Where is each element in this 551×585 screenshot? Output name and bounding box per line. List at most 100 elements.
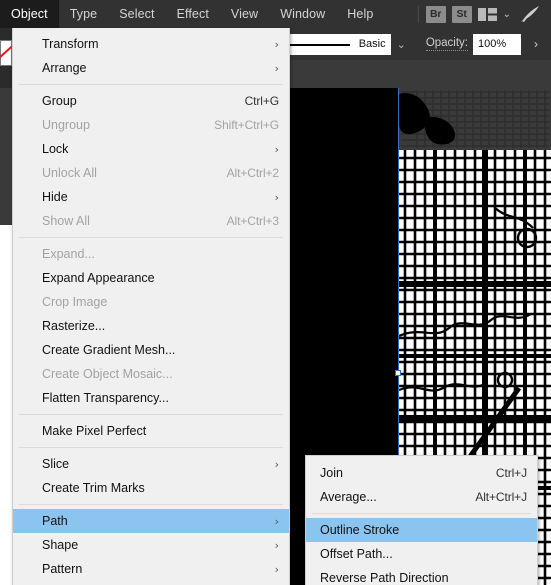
menu-item-label: Rasterize... bbox=[42, 319, 106, 333]
menubar-item-select[interactable]: Select bbox=[108, 0, 165, 28]
menu-item-label: Average... bbox=[320, 490, 377, 504]
menu-item-shortcut: Alt+Ctrl+J bbox=[475, 490, 527, 504]
menu-item-label: Reverse Path Direction bbox=[320, 571, 449, 585]
menu-item-label: Create Object Mosaic... bbox=[42, 367, 173, 381]
menu-item-outline-stroke[interactable]: Outline Stroke bbox=[306, 518, 537, 542]
menubar-item-label: Object bbox=[11, 7, 48, 21]
illustrator-logo-icon[interactable] bbox=[519, 5, 541, 23]
fill-stroke-swatch[interactable] bbox=[0, 40, 13, 66]
menu-item-offset-path[interactable]: Offset Path... bbox=[306, 542, 537, 566]
menu-item-unlock-all: Unlock All Alt+Ctrl+2 bbox=[13, 161, 289, 185]
arrange-documents-icon[interactable] bbox=[477, 7, 497, 21]
menu-item-create-gradient-mesh[interactable]: Create Gradient Mesh... bbox=[13, 338, 289, 362]
menu-item-arrange[interactable]: Arrange › bbox=[13, 56, 289, 80]
menu-item-label: Unlock All bbox=[42, 166, 97, 180]
menu-item-label: Join bbox=[320, 466, 343, 480]
menu-item-create-trim-marks[interactable]: Create Trim Marks bbox=[13, 476, 289, 500]
menu-item-label: Crop Image bbox=[42, 295, 108, 309]
menu-separator bbox=[312, 513, 531, 514]
chevron-right-icon: › bbox=[274, 190, 279, 204]
menu-item-path[interactable]: Path › bbox=[13, 509, 289, 533]
menu-item-label: Flatten Transparency... bbox=[42, 391, 169, 405]
menu-item-make-pixel-perfect[interactable]: Make Pixel Perfect bbox=[13, 419, 289, 443]
menu-item-expand: Expand... bbox=[13, 242, 289, 266]
menubar-item-type[interactable]: Type bbox=[59, 0, 109, 28]
menu-item-label: Group bbox=[42, 94, 77, 108]
menubar-item-view[interactable]: View bbox=[220, 0, 269, 28]
selection-anchor-point[interactable] bbox=[395, 370, 401, 376]
chevron-right-icon: › bbox=[274, 457, 279, 471]
menu-item-label: Lock bbox=[42, 142, 69, 156]
menu-item-label: Offset Path... bbox=[320, 547, 393, 561]
menu-item-label: Outline Stroke bbox=[320, 523, 400, 537]
menu-separator bbox=[19, 414, 283, 415]
menu-item-label: Path bbox=[42, 514, 68, 528]
menu-item-group[interactable]: Group Ctrl+G bbox=[13, 89, 289, 113]
stroke-profile-preview-icon bbox=[285, 43, 350, 46]
menubar-item-label: Select bbox=[119, 7, 155, 21]
menu-item-shortcut: Ctrl+G bbox=[244, 94, 280, 108]
menu-bar-items: Object Type Select Effect View Window Help bbox=[0, 0, 384, 28]
menu-item-average[interactable]: Average... Alt+Ctrl+J bbox=[306, 485, 537, 509]
menu-item-shape[interactable]: Shape › bbox=[13, 533, 289, 557]
bridge-icon[interactable]: Br bbox=[425, 5, 446, 23]
menu-item-hide[interactable]: Hide › bbox=[13, 185, 289, 209]
menubar-item-help[interactable]: Help bbox=[336, 0, 384, 28]
object-dropdown-menu[interactable]: Transform › Arrange › Group Ctrl+G Ungroup Shif… bbox=[12, 28, 290, 585]
menu-separator bbox=[19, 237, 283, 238]
toolbar-sliver[interactable] bbox=[0, 28, 13, 88]
menu-item-flatten-transparency[interactable]: Flatten Transparency... bbox=[13, 386, 289, 410]
path-submenu[interactable]: Join Ctrl+J Average... Alt+Ctrl+J Outline St… bbox=[305, 455, 538, 585]
menu-item-label: Pattern bbox=[42, 562, 83, 576]
menu-item-label: Slice bbox=[42, 457, 70, 471]
menu-item-label: Ungroup bbox=[42, 118, 90, 132]
more-options-button[interactable]: › bbox=[525, 34, 547, 55]
menu-item-label: Create Gradient Mesh... bbox=[42, 343, 176, 357]
menubar-item-effect[interactable]: Effect bbox=[166, 0, 220, 28]
menu-item-shortcut: Shift+Ctrl+G bbox=[214, 118, 279, 132]
menu-item-label: Show All bbox=[42, 214, 90, 228]
menu-item-ungroup: Ungroup Shift+Ctrl+G bbox=[13, 113, 289, 137]
menu-item-label: Make Pixel Perfect bbox=[42, 424, 147, 438]
menubar-item-label: Window bbox=[280, 7, 326, 21]
opacity-label: Opacity: bbox=[425, 37, 468, 51]
menu-item-lock[interactable]: Lock › bbox=[13, 137, 289, 161]
menu-item-shortcut: Alt+Ctrl+2 bbox=[226, 166, 279, 180]
chevron-right-icon: › bbox=[274, 538, 279, 552]
menu-item-label: Arrange bbox=[42, 61, 87, 75]
stroke-profile-chevron-down-icon[interactable]: ⌄ bbox=[397, 38, 406, 51]
menu-item-pattern[interactable]: Pattern › bbox=[13, 557, 289, 581]
none-slash-icon bbox=[0, 45, 13, 59]
menu-item-reverse-path-direction[interactable]: Reverse Path Direction bbox=[306, 566, 537, 585]
menu-item-create-object-mosaic: Create Object Mosaic... bbox=[13, 362, 289, 386]
stock-icon[interactable]: St bbox=[451, 5, 472, 23]
menu-item-rasterize[interactable]: Rasterize... bbox=[13, 314, 289, 338]
chevron-right-icon: › bbox=[274, 562, 279, 576]
menu-item-blend[interactable]: Blend› bbox=[13, 581, 289, 585]
menu-item-label: Transform bbox=[42, 37, 99, 51]
chevron-right-icon: › bbox=[274, 514, 279, 528]
stroke-profile-select[interactable]: Basic bbox=[278, 33, 391, 55]
menu-item-label: Expand... bbox=[42, 247, 95, 261]
menu-bar: Object Type Select Effect View Window Help Br … bbox=[0, 0, 551, 28]
menu-item-label: Expand Appearance bbox=[42, 271, 155, 285]
menubar-item-label: Effect bbox=[176, 7, 209, 21]
arrange-chevron-down-icon[interactable]: ⌄ bbox=[503, 9, 511, 20]
menu-item-expand-appearance[interactable]: Expand Appearance bbox=[13, 266, 289, 290]
menu-item-transform[interactable]: Transform › bbox=[13, 32, 289, 56]
chevron-right-icon: › bbox=[274, 61, 279, 75]
chevron-right-icon: › bbox=[274, 142, 279, 156]
menubar-item-label: View bbox=[230, 7, 259, 21]
menu-item-label: Hide bbox=[42, 190, 68, 204]
menubar-item-window[interactable]: Window bbox=[269, 0, 336, 28]
opacity-input[interactable]: 100% bbox=[473, 33, 521, 55]
menu-separator bbox=[19, 447, 283, 448]
menu-separator bbox=[19, 84, 283, 85]
menu-item-join[interactable]: Join Ctrl+J bbox=[306, 461, 537, 485]
menubar-item-label: Type bbox=[69, 7, 98, 21]
menu-item-crop-image: Crop Image bbox=[13, 290, 289, 314]
menubar-item-object[interactable]: Object bbox=[0, 0, 59, 28]
menu-item-show-all: Show All Alt+Ctrl+3 bbox=[13, 209, 289, 233]
menu-separator bbox=[19, 504, 283, 505]
menu-item-slice[interactable]: Slice › bbox=[13, 452, 289, 476]
